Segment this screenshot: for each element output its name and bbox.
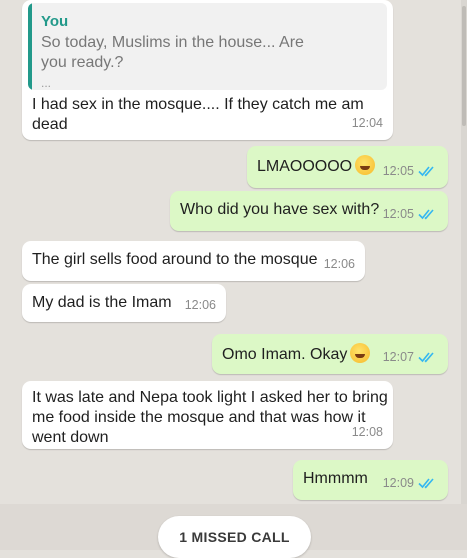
message-time: 12:06 <box>184 298 216 312</box>
message-text-line: dead <box>32 116 68 133</box>
scroll-thumb[interactable] <box>462 6 466 126</box>
message-time: 12:05 <box>382 164 414 178</box>
message-outgoing[interactable]: Hmmmm 12:09 <box>293 460 448 500</box>
reply-quote[interactable]: You So today, Muslims in the house... Ar… <box>28 3 387 90</box>
quote-author: You <box>41 13 69 30</box>
message-incoming-reply[interactable]: You So today, Muslims in the house... Ar… <box>22 0 393 140</box>
double-check-read-icon <box>418 166 434 177</box>
message-text-line: I had sex in the mosque.... If they catc… <box>32 96 364 113</box>
message-incoming[interactable]: It was late and Nepa took light I asked … <box>22 381 393 449</box>
message-incoming[interactable]: The girl sells food around to the mosque… <box>22 241 365 281</box>
message-time: 12:06 <box>323 257 355 271</box>
message-outgoing[interactable]: LMAOOOOO 12:05 <box>247 146 448 188</box>
double-check-read-icon <box>418 352 434 363</box>
message-text-line: went down <box>32 429 109 446</box>
message-incoming[interactable]: My dad is the Imam 12:06 <box>22 284 226 322</box>
laughing-emoji-icon <box>350 343 371 363</box>
missed-call-bar: 1 MISSED CALL <box>0 504 467 558</box>
message-text: Who did you have sex with? <box>180 201 380 218</box>
rolling-laughing-emoji-icon <box>355 155 376 175</box>
message-time: 12:04 <box>351 116 383 130</box>
message-text: Omo Imam. Okay <box>222 346 348 363</box>
message-text: My dad is the Imam <box>32 294 172 311</box>
quote-text: So today, Muslims in the house... Are yo… <box>41 34 304 71</box>
message-text-line: It was late and Nepa took light I asked … <box>32 389 388 406</box>
message-time: 12:07 <box>382 350 414 364</box>
quote-ellipsis: ... <box>41 76 52 90</box>
quote-accent-bar <box>28 3 32 90</box>
message-text: LMAOOOOO <box>257 158 353 175</box>
scroll-track[interactable] <box>461 0 467 550</box>
message-text-line: me food inside the mosque and that was h… <box>32 409 366 426</box>
message-time: 12:08 <box>351 425 383 439</box>
missed-call-button[interactable]: 1 MISSED CALL <box>158 516 311 558</box>
message-text: Hmmmm <box>303 470 368 487</box>
message-outgoing[interactable]: Who did you have sex with? 12:05 <box>170 191 448 231</box>
message-time: 12:05 <box>382 207 414 221</box>
message-outgoing[interactable]: Omo Imam. Okay 12:07 <box>212 334 448 374</box>
message-time: 12:09 <box>382 476 414 490</box>
double-check-read-icon <box>418 209 434 220</box>
message-text: The girl sells food around to the mosque <box>32 251 318 268</box>
double-check-read-icon <box>418 478 434 489</box>
